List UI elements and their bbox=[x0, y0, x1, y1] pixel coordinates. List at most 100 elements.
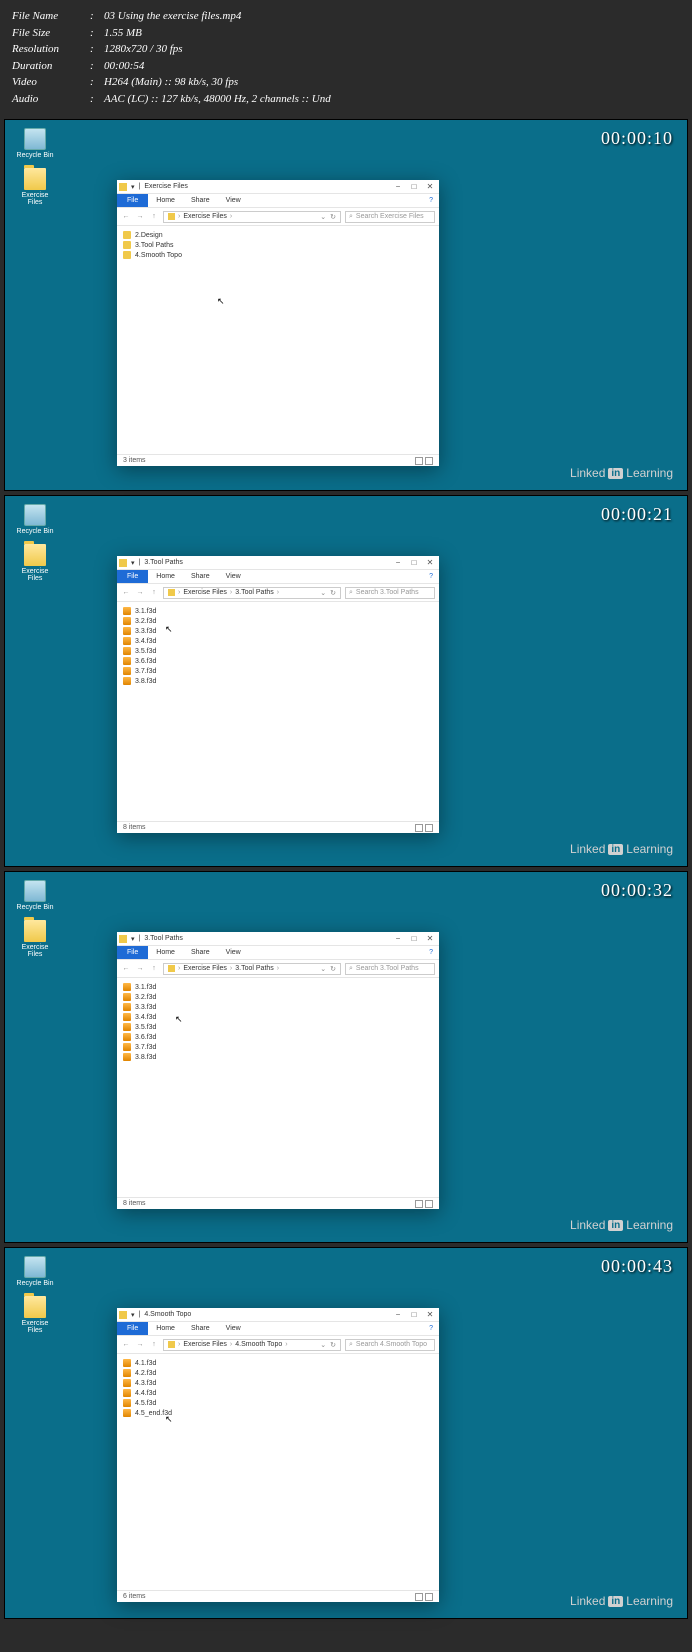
ribbon-file-tab[interactable]: File bbox=[117, 946, 148, 959]
breadcrumb[interactable]: 4.Smooth Topo bbox=[235, 1341, 282, 1348]
dropdown-icon[interactable]: ⌄ bbox=[320, 213, 326, 221]
ribbon-view-tab[interactable]: View bbox=[218, 194, 249, 207]
minimize-button[interactable]: − bbox=[391, 182, 405, 192]
list-item[interactable]: 3.7.f3d bbox=[123, 666, 433, 676]
up-button[interactable]: ↑ bbox=[149, 965, 159, 972]
list-item[interactable]: 3.Tool Paths bbox=[123, 240, 433, 250]
list-item[interactable]: 3.8.f3d bbox=[123, 676, 433, 686]
forward-button[interactable]: → bbox=[135, 1341, 145, 1348]
list-item[interactable]: 3.8.f3d bbox=[123, 1052, 433, 1062]
ribbon-file-tab[interactable]: File bbox=[117, 194, 148, 207]
ribbon-home-tab[interactable]: Home bbox=[148, 570, 183, 583]
recycle-bin-icon[interactable]: Recycle Bin bbox=[15, 128, 55, 159]
breadcrumb[interactable]: Exercise Files bbox=[183, 589, 227, 596]
breadcrumb[interactable]: Exercise Files bbox=[183, 1341, 227, 1348]
ribbon-view-tab[interactable]: View bbox=[218, 570, 249, 583]
exercise-files-folder-icon[interactable]: Exercise Files bbox=[15, 1296, 55, 1334]
maximize-button[interactable]: □ bbox=[407, 1310, 421, 1320]
recycle-bin-icon[interactable]: Recycle Bin bbox=[15, 880, 55, 911]
ribbon-help-icon[interactable]: ? bbox=[423, 194, 439, 207]
window-titlebar[interactable]: ▾|4.Smooth Topo−□✕ bbox=[117, 1308, 439, 1322]
dropdown-icon[interactable]: ⌄ bbox=[320, 589, 326, 597]
up-button[interactable]: ↑ bbox=[149, 589, 159, 596]
dropdown-icon[interactable]: ⌄ bbox=[320, 965, 326, 973]
breadcrumb[interactable]: Exercise Files bbox=[183, 965, 227, 972]
file-list[interactable]: 4.1.f3d4.2.f3d4.3.f3d4.4.f3d4.5.f3d4.5_e… bbox=[117, 1354, 439, 1590]
list-item[interactable]: 3.6.f3d bbox=[123, 656, 433, 666]
close-button[interactable]: ✕ bbox=[423, 558, 437, 568]
view-details-icon[interactable] bbox=[415, 1200, 423, 1208]
exercise-files-folder-icon[interactable]: Exercise Files bbox=[15, 168, 55, 206]
list-item[interactable]: 3.4.f3d bbox=[123, 636, 433, 646]
minimize-button[interactable]: − bbox=[391, 934, 405, 944]
search-input[interactable]: ⌕Search 3.Tool Paths bbox=[345, 587, 435, 599]
file-list[interactable]: 3.1.f3d3.2.f3d3.3.f3d3.4.f3d3.5.f3d3.6.f… bbox=[117, 978, 439, 1197]
window-titlebar[interactable]: ▾|3.Tool Paths−□✕ bbox=[117, 556, 439, 570]
refresh-icon[interactable]: ↻ bbox=[330, 589, 336, 597]
back-button[interactable]: ← bbox=[121, 1341, 131, 1348]
list-item[interactable]: 3.7.f3d bbox=[123, 1042, 433, 1052]
list-item[interactable]: 4.5.f3d bbox=[123, 1398, 433, 1408]
ribbon-help-icon[interactable]: ? bbox=[423, 1322, 439, 1335]
forward-button[interactable]: → bbox=[135, 213, 145, 220]
maximize-button[interactable]: □ bbox=[407, 182, 421, 192]
ribbon-file-tab[interactable]: File bbox=[117, 570, 148, 583]
forward-button[interactable]: → bbox=[135, 965, 145, 972]
list-item[interactable]: 3.6.f3d bbox=[123, 1032, 433, 1042]
file-list[interactable]: 3.1.f3d3.2.f3d3.3.f3d3.4.f3d3.5.f3d3.6.f… bbox=[117, 602, 439, 821]
view-details-icon[interactable] bbox=[415, 457, 423, 465]
search-input[interactable]: ⌕Search 4.Smooth Topo bbox=[345, 1339, 435, 1351]
list-item[interactable]: 4.Smooth Topo bbox=[123, 250, 433, 260]
ribbon-view-tab[interactable]: View bbox=[218, 1322, 249, 1335]
ribbon-help-icon[interactable]: ? bbox=[423, 946, 439, 959]
minimize-button[interactable]: − bbox=[391, 558, 405, 568]
up-button[interactable]: ↑ bbox=[149, 1341, 159, 1348]
address-bar[interactable]: ›Exercise Files›⌄↻ bbox=[163, 211, 341, 223]
close-button[interactable]: ✕ bbox=[423, 182, 437, 192]
list-item[interactable]: 3.2.f3d bbox=[123, 992, 433, 1002]
list-item[interactable]: 3.3.f3d bbox=[123, 626, 433, 636]
list-item[interactable]: 4.2.f3d bbox=[123, 1368, 433, 1378]
refresh-icon[interactable]: ↻ bbox=[330, 965, 336, 973]
address-bar[interactable]: ›Exercise Files›3.Tool Paths›⌄↻ bbox=[163, 587, 341, 599]
breadcrumb[interactable]: 3.Tool Paths bbox=[235, 965, 274, 972]
ribbon-home-tab[interactable]: Home bbox=[148, 194, 183, 207]
search-input[interactable]: ⌕Search 3.Tool Paths bbox=[345, 963, 435, 975]
file-list[interactable]: 2.Design3.Tool Paths4.Smooth Topo bbox=[117, 226, 439, 454]
view-large-icon[interactable] bbox=[425, 1200, 433, 1208]
list-item[interactable]: 4.3.f3d bbox=[123, 1378, 433, 1388]
address-bar[interactable]: ›Exercise Files›3.Tool Paths›⌄↻ bbox=[163, 963, 341, 975]
ribbon-share-tab[interactable]: Share bbox=[183, 1322, 218, 1335]
breadcrumb[interactable]: 3.Tool Paths bbox=[235, 589, 274, 596]
ribbon-help-icon[interactable]: ? bbox=[423, 570, 439, 583]
view-large-icon[interactable] bbox=[425, 457, 433, 465]
maximize-button[interactable]: □ bbox=[407, 934, 421, 944]
view-large-icon[interactable] bbox=[425, 1593, 433, 1601]
list-item[interactable]: 3.1.f3d bbox=[123, 606, 433, 616]
ribbon-share-tab[interactable]: Share bbox=[183, 194, 218, 207]
recycle-bin-icon[interactable]: Recycle Bin bbox=[15, 1256, 55, 1287]
list-item[interactable]: 4.1.f3d bbox=[123, 1358, 433, 1368]
window-titlebar[interactable]: ▾|3.Tool Paths−□✕ bbox=[117, 932, 439, 946]
refresh-icon[interactable]: ↻ bbox=[330, 213, 336, 221]
ribbon-file-tab[interactable]: File bbox=[117, 1322, 148, 1335]
ribbon-share-tab[interactable]: Share bbox=[183, 570, 218, 583]
list-item[interactable]: 4.5_end.f3d bbox=[123, 1408, 433, 1418]
view-details-icon[interactable] bbox=[415, 1593, 423, 1601]
ribbon-share-tab[interactable]: Share bbox=[183, 946, 218, 959]
list-item[interactable]: 3.2.f3d bbox=[123, 616, 433, 626]
maximize-button[interactable]: □ bbox=[407, 558, 421, 568]
dropdown-icon[interactable]: ⌄ bbox=[320, 1341, 326, 1349]
window-titlebar[interactable]: ▾|Exercise Files−□✕ bbox=[117, 180, 439, 194]
search-input[interactable]: ⌕Search Exercise Files bbox=[345, 211, 435, 223]
back-button[interactable]: ← bbox=[121, 965, 131, 972]
forward-button[interactable]: → bbox=[135, 589, 145, 596]
exercise-files-folder-icon[interactable]: Exercise Files bbox=[15, 920, 55, 958]
list-item[interactable]: 3.5.f3d bbox=[123, 1022, 433, 1032]
view-large-icon[interactable] bbox=[425, 824, 433, 832]
close-button[interactable]: ✕ bbox=[423, 934, 437, 944]
back-button[interactable]: ← bbox=[121, 213, 131, 220]
list-item[interactable]: 3.3.f3d bbox=[123, 1002, 433, 1012]
close-button[interactable]: ✕ bbox=[423, 1310, 437, 1320]
minimize-button[interactable]: − bbox=[391, 1310, 405, 1320]
